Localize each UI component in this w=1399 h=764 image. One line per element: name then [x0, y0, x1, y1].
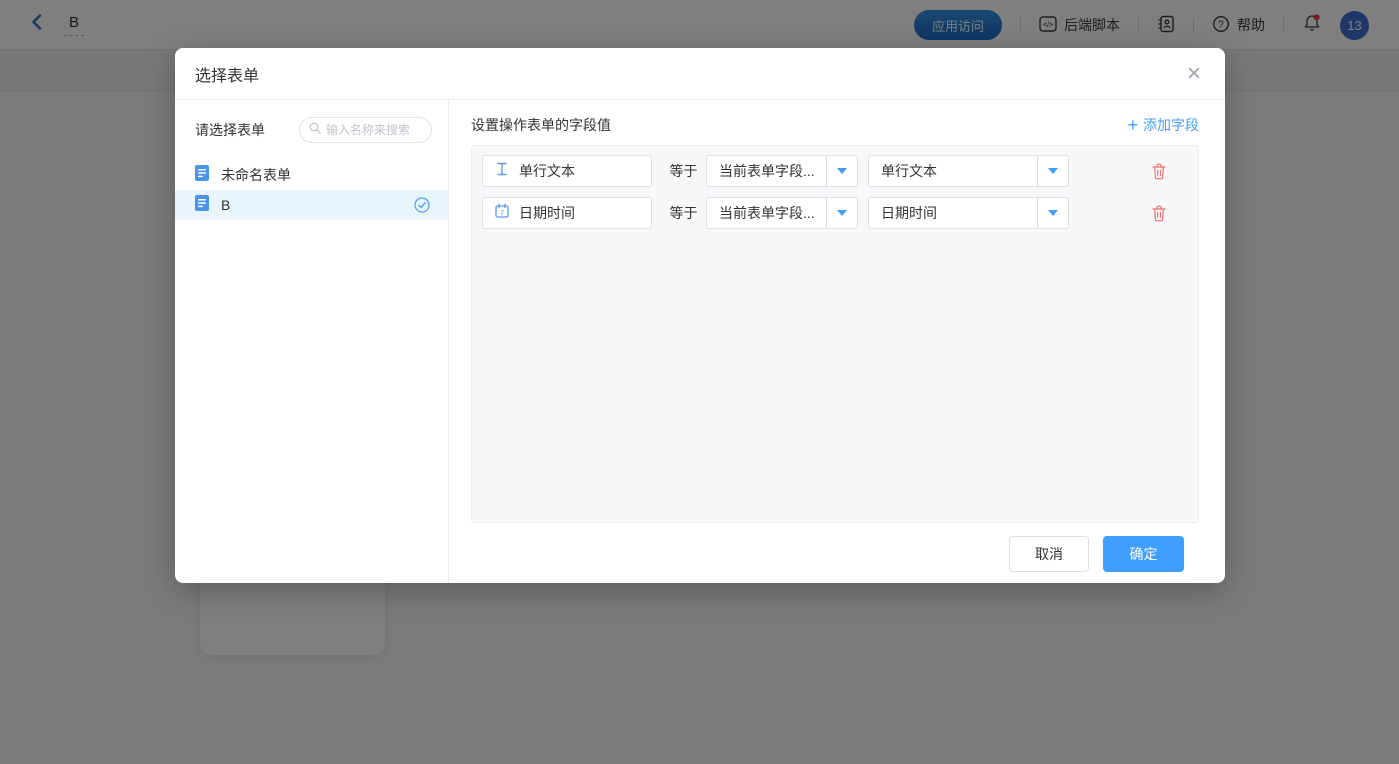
field-name-input[interactable]: 7: [482, 197, 652, 229]
search-icon: [309, 121, 321, 139]
form-select-label: 请选择表单: [195, 120, 265, 140]
field-name-value[interactable]: [519, 163, 634, 179]
value-source-selected: 当前表单字段...: [707, 156, 826, 186]
value-field-selected: 单行文本: [869, 156, 1037, 186]
cancel-button[interactable]: 取消: [1009, 536, 1089, 572]
chevron-down-icon: [1037, 198, 1068, 228]
operator-label: 等于: [661, 161, 706, 181]
field-row: 等于 当前表单字段... 单行文本: [482, 155, 1188, 187]
svg-text:7: 7: [500, 208, 504, 217]
form-select-panel: 请选择表单 未命名表单: [175, 100, 449, 583]
form-list-item-b[interactable]: B: [175, 190, 448, 220]
chevron-down-icon: [1037, 156, 1068, 186]
search-input[interactable]: [326, 123, 421, 137]
value-source-dropdown[interactable]: 当前表单字段...: [706, 197, 858, 229]
form-search-box[interactable]: [299, 117, 432, 143]
text-field-icon: [494, 161, 510, 182]
plus-icon: +: [1127, 118, 1138, 132]
add-field-label: 添加字段: [1143, 115, 1199, 135]
form-list: 未命名表单 B: [175, 160, 448, 220]
field-rows-container: 等于 当前表单字段... 单行文本: [471, 145, 1199, 523]
form-list-item-label: B: [221, 197, 230, 213]
dialog-title: 选择表单: [195, 62, 259, 86]
check-circle-icon: [414, 197, 430, 213]
delete-field-button[interactable]: [1152, 205, 1166, 222]
field-name-value[interactable]: [519, 205, 634, 221]
form-select-header: 请选择表单: [175, 117, 448, 143]
add-field-button[interactable]: + 添加字段: [1127, 115, 1199, 135]
value-field-dropdown[interactable]: 单行文本: [868, 155, 1069, 187]
form-list-item-unnamed[interactable]: 未命名表单: [175, 160, 448, 190]
chevron-down-icon: [826, 198, 857, 228]
field-settings-header: 设置操作表单的字段值 + 添加字段: [471, 112, 1199, 138]
operator-label: 等于: [661, 203, 706, 223]
form-doc-icon: [195, 195, 209, 216]
form-list-item-label: 未命名表单: [221, 165, 291, 185]
confirm-button[interactable]: 确定: [1103, 536, 1184, 572]
field-name-input[interactable]: [482, 155, 652, 187]
dialog-body: 请选择表单 未命名表单: [175, 100, 1225, 583]
select-form-dialog: 选择表单 × 请选择表单 未命名表单: [175, 48, 1225, 583]
field-settings-title: 设置操作表单的字段值: [471, 115, 611, 135]
value-field-dropdown[interactable]: 日期时间: [868, 197, 1069, 229]
close-icon[interactable]: ×: [1187, 62, 1201, 86]
field-row: 7 等于 当前表单字段... 日期时间: [482, 197, 1188, 229]
value-source-selected: 当前表单字段...: [707, 198, 826, 228]
datetime-icon: 7: [494, 203, 510, 224]
field-settings-panel: 设置操作表单的字段值 + 添加字段 等于: [449, 100, 1225, 583]
delete-field-button[interactable]: [1152, 163, 1166, 180]
dialog-footer: 取消 确定: [471, 536, 1199, 572]
value-source-dropdown[interactable]: 当前表单字段...: [706, 155, 858, 187]
dialog-header: 选择表单 ×: [175, 48, 1225, 100]
value-field-selected: 日期时间: [869, 198, 1037, 228]
form-doc-icon: [195, 165, 209, 186]
chevron-down-icon: [826, 156, 857, 186]
